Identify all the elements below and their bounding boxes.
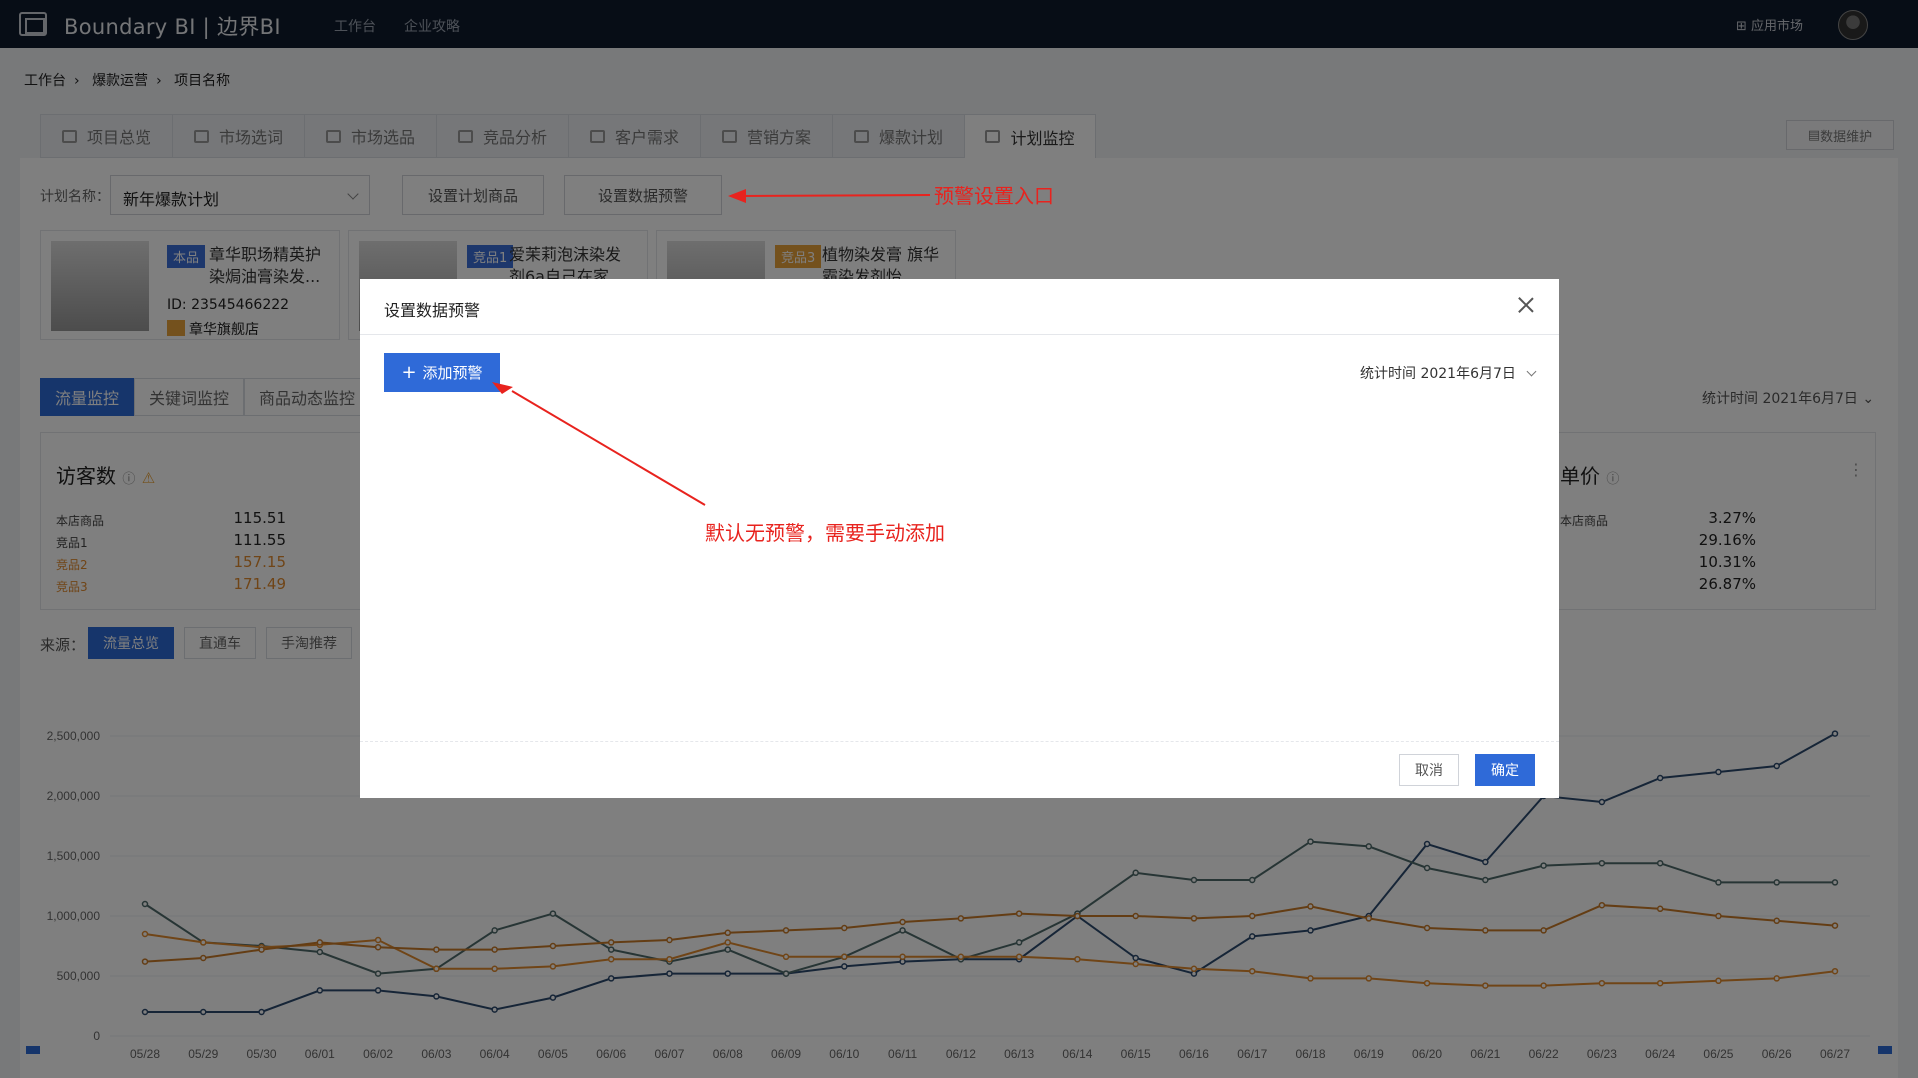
plus-icon: + (401, 362, 417, 383)
add-alert-button[interactable]: + 添加预警 (384, 353, 500, 392)
modal-stat-time-selector[interactable]: 统计时间 2021年6月7日 (1360, 363, 1537, 383)
cancel-button[interactable]: 取消 (1399, 754, 1459, 786)
modal-footer-divider (360, 741, 1559, 742)
chevron-down-icon (1526, 366, 1537, 377)
modal-title: 设置数据预警 (384, 301, 481, 320)
annotation-default-note: 默认无预警，需要手动添加 (705, 521, 945, 545)
modal-divider (360, 334, 1559, 335)
close-icon[interactable] (1514, 293, 1538, 317)
confirm-button[interactable]: 确定 (1475, 754, 1535, 786)
arrow-line (511, 390, 706, 506)
annotation-alert-entry: 预警设置入口 (934, 184, 1054, 208)
annotation-arrow-modal (492, 382, 706, 506)
data-alert-modal: 设置数据预警 + 添加预警 统计时间 2021年6月7日 默认无预警，需要手动添加… (360, 279, 1559, 798)
